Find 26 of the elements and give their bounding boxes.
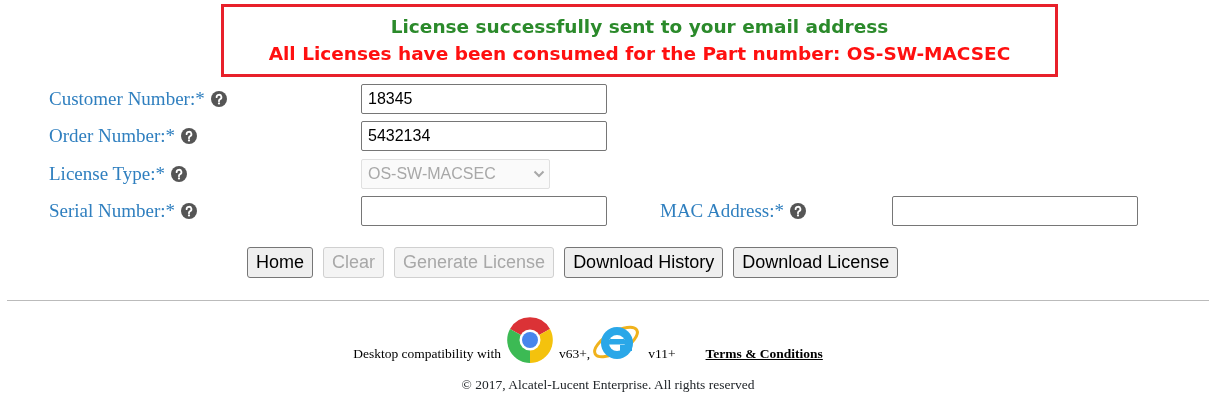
version-text: v11+ xyxy=(648,346,676,363)
help-icon[interactable] xyxy=(171,165,187,182)
action-button[interactable]: Home xyxy=(247,247,313,279)
copyright-text: © 2017, Alcatel-Lucent Enterprise. All rights reserved xyxy=(460,376,756,395)
chevron-down-icon xyxy=(533,169,545,178)
field-label: Order Number:* xyxy=(49,124,176,148)
version-text: v63+, xyxy=(558,346,591,363)
action-button[interactable]: Download License xyxy=(733,247,899,279)
field-label: License Type:* xyxy=(49,161,165,186)
compatibility-text: Desktop compatibility with xyxy=(353,346,501,363)
terms-link[interactable]: Terms & Conditions xyxy=(705,346,823,366)
help-icon[interactable] xyxy=(790,203,807,220)
input-field[interactable] xyxy=(892,196,1138,227)
help-icon[interactable] xyxy=(181,128,198,145)
help-icon[interactable] xyxy=(210,90,227,107)
input-field[interactable] xyxy=(361,196,607,227)
browser-icon xyxy=(504,315,555,366)
error-message: All Licenses have been consumed for the Part number: OS-SW-MACSEC xyxy=(268,41,1011,66)
input-field[interactable]: 18345 xyxy=(361,83,607,114)
help-icon[interactable] xyxy=(181,203,198,220)
field-label: Serial Number:* xyxy=(49,199,176,223)
input-field[interactable]: 5432134 xyxy=(361,121,607,152)
success-message: License successfully sent to your email address xyxy=(390,15,889,40)
field-label: MAC Address:* xyxy=(660,199,785,223)
action-button[interactable]: Download History xyxy=(564,247,724,279)
field-label: Customer Number:* xyxy=(49,86,205,111)
